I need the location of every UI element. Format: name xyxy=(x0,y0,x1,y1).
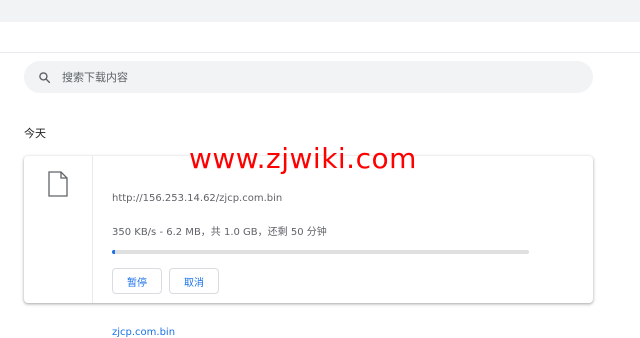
pause-button[interactable]: 暂停 xyxy=(112,268,162,294)
date-section-title: 今天 xyxy=(24,127,46,140)
watermark-text: www.zjwiki.com xyxy=(189,142,417,175)
download-status: 350 KB/s - 6.2 MB，共 1.0 GB，还剩 50 分钟 xyxy=(112,227,327,238)
download-filename-link[interactable]: zjcp.com.bin xyxy=(112,327,175,338)
search-icon xyxy=(36,69,52,85)
file-icon-column xyxy=(24,156,93,303)
cancel-button[interactable]: 取消 xyxy=(169,268,219,294)
search-placeholder[interactable]: 搜索下载内容 xyxy=(62,69,128,85)
download-url: http://156.253.14.62/zjcp.com.bin xyxy=(112,193,283,204)
download-progress-bar xyxy=(112,250,529,254)
search-bar[interactable]: 搜索下载内容 xyxy=(24,61,593,93)
header-divider xyxy=(0,52,640,53)
download-progress-fill xyxy=(112,250,115,254)
top-toolbar xyxy=(0,0,640,22)
file-icon xyxy=(48,171,68,197)
